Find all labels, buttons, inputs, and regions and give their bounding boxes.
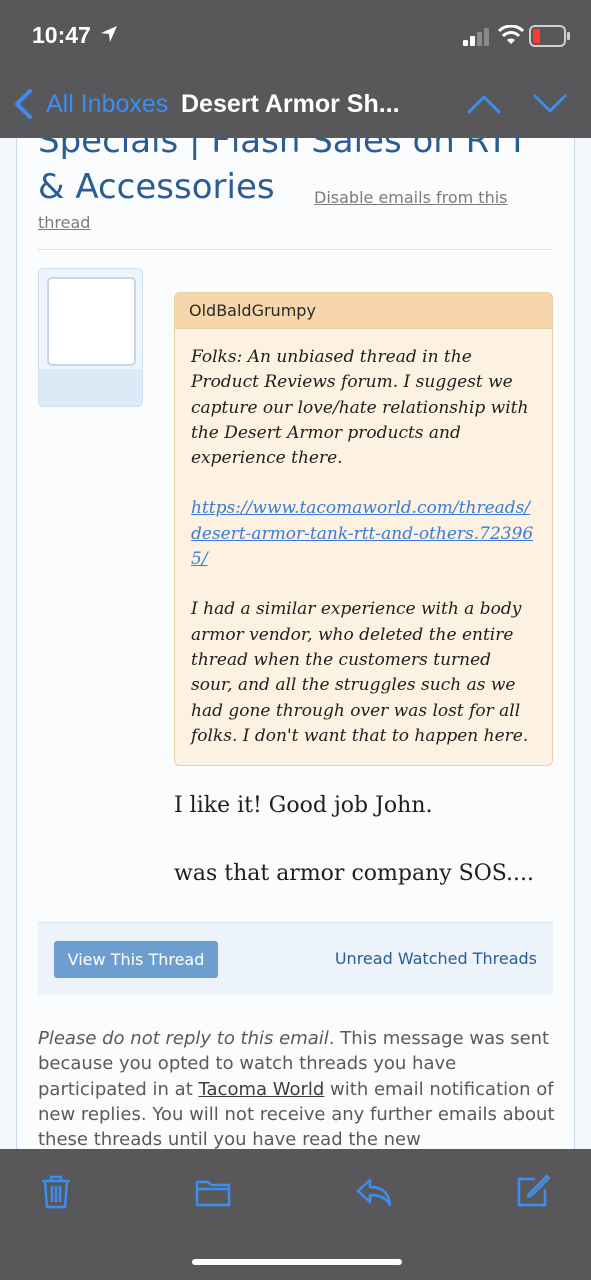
- chevron-down-icon[interactable]: [532, 92, 568, 116]
- compose-icon[interactable]: [515, 1173, 551, 1209]
- quote-paragraph-2: I had a similar experience with a body a…: [191, 599, 529, 746]
- footer-notice: Please do not reply to this email. This …: [38, 1026, 558, 1152]
- unread-watched-threads-link[interactable]: Unread Watched Threads: [335, 949, 537, 968]
- wifi-icon: [498, 25, 524, 44]
- view-thread-button[interactable]: View This Thread: [54, 941, 218, 978]
- home-indicator[interactable]: [192, 1259, 402, 1265]
- disable-emails-link[interactable]: Disable emails from this: [314, 188, 508, 207]
- battery-icon: [529, 25, 570, 47]
- reply-text-2: was that armor company SOS....: [174, 861, 535, 886]
- avatar-image: [47, 277, 136, 366]
- folder-icon[interactable]: [195, 1173, 231, 1209]
- quote-author[interactable]: OldBaldGrumpy: [175, 293, 552, 329]
- location-arrow-icon: [101, 26, 117, 42]
- chevron-up-icon[interactable]: [466, 92, 502, 116]
- chevron-left-icon[interactable]: [12, 88, 34, 120]
- quoted-message: OldBaldGrumpy Folks: An unbiased thread …: [174, 292, 553, 766]
- reply-icon[interactable]: [356, 1173, 392, 1209]
- status-time: 10:47: [32, 22, 91, 48]
- cellular-signal-icon: [463, 28, 489, 46]
- avatar[interactable]: [38, 268, 143, 407]
- quote-link[interactable]: https://www.tacomaworld.com/threads/dese…: [191, 498, 533, 569]
- thread-actions: View This Thread Unread Watched Threads: [38, 922, 553, 995]
- mailbox-title: Desert Armor Sh...: [181, 90, 400, 118]
- reply-text-1: I like it! Good job John.: [174, 793, 433, 818]
- quote-body: Folks: An unbiased thread in the Product…: [175, 329, 552, 749]
- back-to-inboxes[interactable]: All Inboxes: [46, 90, 168, 119]
- trash-icon[interactable]: [38, 1173, 74, 1209]
- footer-italic: Please do not reply to this email: [38, 1028, 329, 1049]
- divider: [38, 249, 553, 250]
- quote-paragraph-1: Folks: An unbiased thread in the Product…: [191, 347, 529, 469]
- disable-emails-link-continued[interactable]: thread: [38, 213, 90, 232]
- header-bar: 10:47 All Inboxes Desert Armor Sh...: [0, 0, 591, 138]
- tacoma-world-link[interactable]: Tacoma World: [199, 1079, 325, 1100]
- mail-navigation: All Inboxes Desert Armor Sh...: [0, 82, 591, 128]
